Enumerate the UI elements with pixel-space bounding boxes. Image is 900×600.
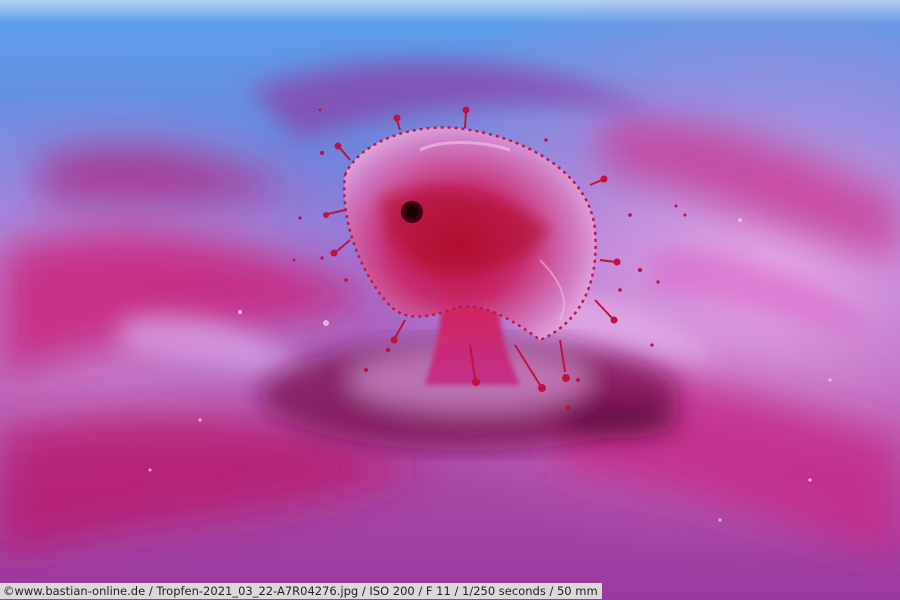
splash-photo-art <box>0 0 900 600</box>
photo-caption: ©www.bastian-online.de / Tropfen-2021_03… <box>0 583 602 599</box>
splash-photo <box>0 0 900 600</box>
